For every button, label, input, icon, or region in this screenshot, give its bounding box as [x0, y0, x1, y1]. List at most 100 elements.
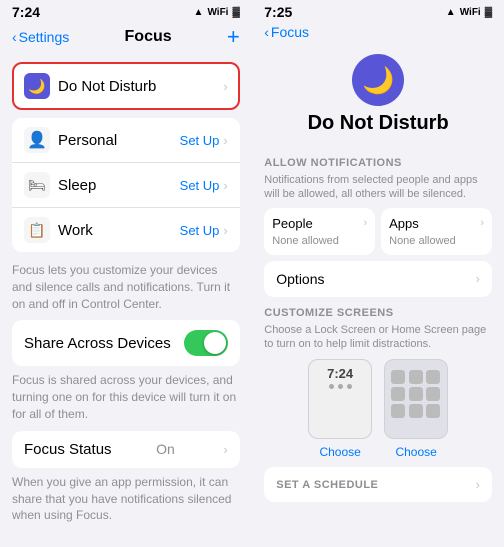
- apps-card[interactable]: Apps › None allowed: [381, 208, 492, 255]
- dnd-circle-icon: 🌙: [352, 54, 404, 106]
- home-icon-4: [391, 387, 405, 401]
- home-icon-grid: [389, 370, 443, 418]
- dot-3: [347, 384, 352, 389]
- back-label: Settings: [19, 29, 70, 45]
- apps-sub: None allowed: [389, 235, 484, 247]
- people-apps-row: People › None allowed Apps › None allowe…: [264, 208, 492, 255]
- back-to-focus[interactable]: ‹ Focus: [264, 24, 492, 40]
- do-not-disturb-item[interactable]: 🌙 Do Not Disturb ›: [12, 62, 240, 110]
- focus-status-row[interactable]: Focus Status On ›: [12, 431, 240, 468]
- sleep-icon: 🛏: [24, 172, 50, 198]
- focus-status-label: Focus Status: [24, 441, 112, 458]
- home-icon-3: [426, 370, 440, 384]
- options-row[interactable]: Options ›: [264, 261, 492, 297]
- home-icon-2: [409, 370, 423, 384]
- share-across-devices-row: Share Across Devices: [12, 320, 240, 366]
- r-battery-icon: ▓: [485, 7, 492, 18]
- right-nav-bar: ‹ Focus: [252, 22, 504, 46]
- dot-1: [329, 384, 334, 389]
- people-card-header: People ›: [272, 216, 367, 231]
- home-icon-8: [409, 404, 423, 418]
- home-screen-preview: [384, 359, 448, 439]
- left-time: 7:24: [12, 4, 40, 20]
- people-card[interactable]: People › None allowed: [264, 208, 375, 255]
- people-chevron-icon: ›: [363, 217, 367, 229]
- people-sub: None allowed: [272, 235, 367, 247]
- lock-screen-card: 7:24 Choose: [308, 359, 372, 459]
- options-label: Options: [276, 271, 324, 287]
- r-back-label: Focus: [271, 24, 309, 40]
- sleep-label: Sleep: [58, 177, 180, 194]
- back-to-settings[interactable]: ‹ Settings: [12, 29, 69, 45]
- dnd-label: Do Not Disturb: [58, 78, 223, 95]
- dnd-chevron-icon: ›: [223, 79, 227, 94]
- lock-time: 7:24: [327, 366, 353, 381]
- personal-chevron-icon: ›: [223, 133, 227, 148]
- focus-status-description: When you give an app permission, it can …: [12, 474, 240, 524]
- left-panel: 7:24 ▲ WiFi ▓ ‹ Settings Focus + 🌙 Do No…: [0, 0, 252, 547]
- personal-label: Personal: [58, 132, 180, 149]
- share-label: Share Across Devices: [24, 335, 171, 352]
- home-icon-9: [426, 404, 440, 418]
- right-panel: 7:25 ▲ WiFi ▓ ‹ Focus 🌙 Do Not Disturb A…: [252, 0, 504, 547]
- dot-2: [338, 384, 343, 389]
- r-back-chevron-icon: ‹: [264, 24, 269, 40]
- left-nav-title: Focus: [125, 28, 172, 46]
- right-time: 7:25: [264, 4, 292, 20]
- left-nav-bar: ‹ Settings Focus +: [0, 22, 252, 54]
- home-icon-1: [391, 370, 405, 384]
- personal-item[interactable]: 👤 Personal Set Up ›: [12, 118, 240, 163]
- right-content: 🌙 Do Not Disturb ALLOW NOTIFICATIONS Not…: [252, 46, 504, 547]
- lock-dots: [329, 384, 352, 389]
- personal-action[interactable]: Set Up: [180, 133, 220, 148]
- home-icon-6: [426, 387, 440, 401]
- people-label: People: [272, 216, 312, 231]
- left-status-bar: 7:24 ▲ WiFi ▓: [0, 0, 252, 22]
- home-screen-card: Choose: [384, 359, 448, 459]
- personal-icon: 👤: [24, 127, 50, 153]
- battery-icon: ▓: [232, 7, 239, 18]
- allow-notif-desc: Notifications from selected people and a…: [264, 173, 492, 202]
- set-schedule-label: SET A SCHEDULE: [276, 479, 378, 491]
- home-icon-5: [409, 387, 423, 401]
- share-description: Focus is shared across your devices, and…: [12, 372, 240, 422]
- allow-notif-header: ALLOW NOTIFICATIONS: [264, 157, 492, 169]
- sleep-item[interactable]: 🛏 Sleep Set Up ›: [12, 163, 240, 208]
- lock-screen-choose-button[interactable]: Choose: [319, 445, 360, 459]
- right-status-bar: 7:25 ▲ WiFi ▓: [252, 0, 504, 22]
- customize-screens-desc: Choose a Lock Screen or Home Screen page…: [264, 323, 492, 352]
- dnd-header: 🌙 Do Not Disturb: [264, 46, 492, 147]
- dnd-title: Do Not Disturb: [308, 112, 449, 135]
- apps-card-header: Apps ›: [389, 216, 484, 231]
- left-status-icons: ▲ WiFi ▓: [194, 7, 240, 18]
- customize-screens-header: CUSTOMIZE SCREENS: [264, 307, 492, 319]
- screens-row: 7:24 Choose: [264, 359, 492, 459]
- options-chevron-icon: ›: [476, 271, 480, 286]
- work-label: Work: [58, 222, 180, 239]
- work-item[interactable]: 📋 Work Set Up ›: [12, 208, 240, 252]
- schedule-chevron-icon: ›: [476, 477, 480, 492]
- apps-label: Apps: [389, 216, 419, 231]
- apps-chevron-icon: ›: [480, 217, 484, 229]
- focus-status-value: On: [156, 441, 175, 457]
- home-screen-choose-button[interactable]: Choose: [395, 445, 436, 459]
- share-toggle[interactable]: [184, 330, 228, 356]
- right-status-icons: ▲ WiFi ▓: [446, 7, 492, 18]
- lock-screen-preview: 7:24: [308, 359, 372, 439]
- signal-icon: ▲: [194, 7, 204, 18]
- dnd-icon: 🌙: [24, 73, 50, 99]
- set-schedule-row[interactable]: SET A SCHEDULE ›: [264, 467, 492, 502]
- wifi-icon: WiFi: [207, 7, 228, 18]
- home-icon-7: [391, 404, 405, 418]
- sleep-chevron-icon: ›: [223, 178, 227, 193]
- work-icon: 📋: [24, 217, 50, 243]
- work-action[interactable]: Set Up: [180, 223, 220, 238]
- sleep-action[interactable]: Set Up: [180, 178, 220, 193]
- work-chevron-icon: ›: [223, 223, 227, 238]
- add-button[interactable]: +: [227, 26, 240, 48]
- back-chevron-icon: ‹: [12, 29, 17, 45]
- r-signal-icon: ▲: [446, 7, 456, 18]
- focus-status-chevron-icon: ›: [223, 442, 227, 457]
- toggle-knob: [204, 332, 226, 354]
- r-wifi-icon: WiFi: [460, 7, 481, 18]
